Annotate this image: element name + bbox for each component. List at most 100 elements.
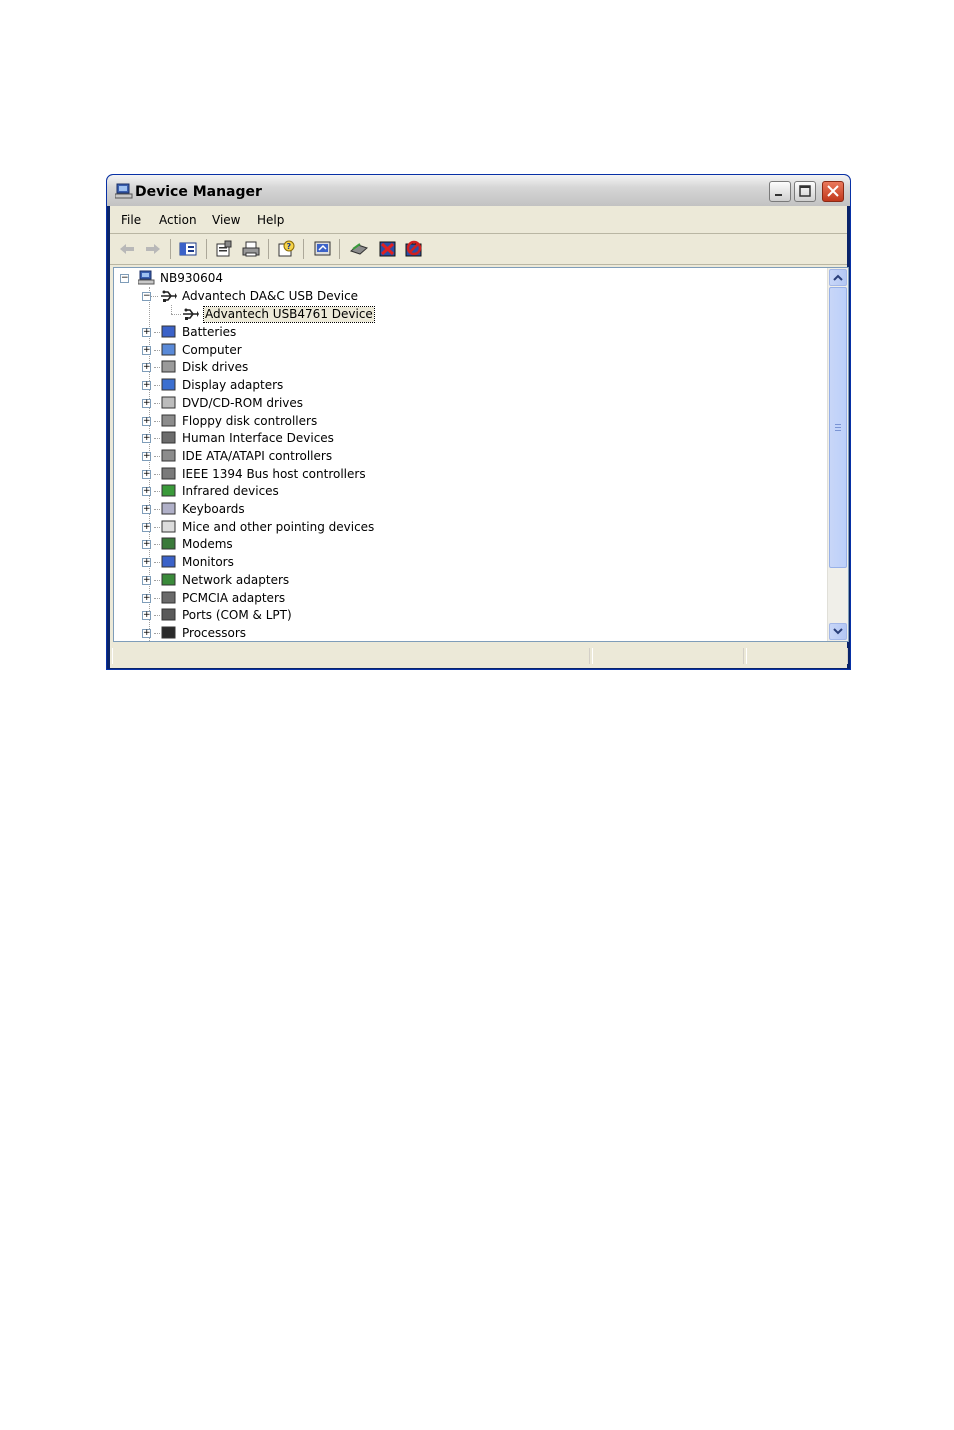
- menu-file[interactable]: File: [121, 213, 141, 227]
- device-tree: − NB930604 − Advantech DA&C USB Device A…: [114, 268, 828, 641]
- device-category-icon: [161, 608, 176, 621]
- device-category-icon: [161, 484, 176, 497]
- usb-icon: [183, 308, 199, 320]
- device-category-icon: [161, 360, 176, 373]
- status-segment: [112, 648, 590, 664]
- tree-item-label: Modems: [182, 537, 233, 552]
- device-category-icon: [161, 502, 176, 515]
- tree-item-label: IDE ATA/ATAPI controllers: [182, 448, 333, 463]
- expand-toggle[interactable]: +: [142, 434, 151, 444]
- minimize-icon: [775, 194, 782, 196]
- tree-item-label: Keyboards: [182, 502, 245, 516]
- grip-icon: [835, 424, 841, 431]
- collapse-toggle[interactable]: −: [142, 292, 151, 301]
- back-arrow-icon[interactable]: [117, 239, 137, 259]
- expand-toggle[interactable]: +: [142, 381, 151, 391]
- tree-item-label: Ports (COM & LPT): [182, 608, 292, 623]
- update-driver-icon[interactable]: [313, 239, 333, 259]
- device-category-icon: [161, 520, 176, 533]
- close-button[interactable]: [822, 181, 844, 202]
- help-icon[interactable]: ?: [276, 239, 296, 259]
- expand-toggle[interactable]: +: [142, 345, 151, 355]
- tree-item-label: Human Interface Devices: [182, 431, 334, 446]
- device-category-icon: [161, 431, 176, 444]
- status-bar: [110, 644, 848, 668]
- window-frame: File Action View Help ? − NB930604 − Adv…: [110, 206, 849, 668]
- uninstall-icon[interactable]: [378, 239, 398, 259]
- tree-item-label: IEEE 1394 Bus host controllers: [182, 466, 366, 481]
- tree-item-label: Computer: [182, 342, 242, 357]
- device-category-icon: [161, 325, 176, 338]
- device-category-icon: [161, 591, 176, 603]
- device-tree-pane[interactable]: − NB930604 − Advantech DA&C USB Device A…: [113, 267, 849, 642]
- window-title: Device Manager: [135, 184, 262, 200]
- chevron-up-icon: [833, 274, 843, 281]
- tree-item-label: Processors: [182, 625, 247, 640]
- expand-toggle[interactable]: +: [142, 558, 151, 568]
- tree-item-label: Infrared devices: [182, 484, 279, 499]
- device-category-icon: [161, 555, 176, 568]
- title-bar[interactable]: Device Manager: [107, 175, 850, 206]
- tree-item-selected-label: Advantech USB4761 Device: [203, 306, 375, 323]
- tree-item-label: Display adapters: [182, 378, 284, 393]
- expand-toggle[interactable]: +: [142, 398, 151, 408]
- expand-toggle[interactable]: +: [142, 628, 151, 638]
- device-category-icon: [161, 343, 176, 356]
- forward-arrow-icon[interactable]: [143, 239, 163, 259]
- collapse-toggle[interactable]: −: [120, 274, 129, 283]
- menu-action[interactable]: Action: [159, 213, 197, 227]
- expand-toggle[interactable]: +: [142, 487, 151, 497]
- tree-item-label: Monitors: [182, 555, 234, 570]
- maximize-button[interactable]: [794, 181, 816, 202]
- expand-toggle[interactable]: +: [142, 611, 151, 621]
- menu-bar: File Action View Help: [110, 206, 847, 234]
- expand-toggle[interactable]: +: [142, 363, 151, 373]
- expand-toggle[interactable]: +: [142, 469, 151, 479]
- chevron-down-icon: [833, 628, 843, 635]
- expand-toggle[interactable]: +: [142, 505, 151, 514]
- usb-icon: [161, 290, 177, 302]
- disable-icon[interactable]: [404, 239, 424, 259]
- expand-toggle[interactable]: +: [142, 593, 151, 603]
- device-category-icon: [161, 449, 176, 462]
- device-category-icon: [161, 414, 176, 426]
- tree-item-label: Advantech DA&C USB Device: [182, 289, 359, 303]
- toolbar-separator: [268, 239, 269, 259]
- toolbar-separator: [206, 239, 207, 259]
- tree-item-label: Network adapters: [182, 572, 290, 587]
- tree-item-label: PCMCIA adapters: [182, 590, 286, 605]
- menu-help[interactable]: Help: [257, 213, 284, 227]
- scroll-thumb[interactable]: [829, 287, 847, 568]
- expand-toggle[interactable]: +: [142, 540, 151, 550]
- tree-item-label: Disk drives: [182, 360, 249, 375]
- device-manager-window: Device Manager File Action View Help ? −…: [106, 174, 851, 670]
- computer-icon: [138, 270, 155, 285]
- tree-item-label: DVD/CD-ROM drives: [182, 395, 304, 410]
- vertical-scrollbar[interactable]: [827, 268, 848, 641]
- scroll-up-button[interactable]: [829, 269, 847, 286]
- menu-view[interactable]: View: [212, 213, 240, 227]
- expand-toggle[interactable]: +: [142, 451, 151, 461]
- toolbar-separator: [170, 239, 171, 259]
- print-icon[interactable]: [241, 239, 261, 259]
- show-hide-tree-icon[interactable]: [178, 239, 198, 259]
- expand-toggle[interactable]: +: [142, 328, 151, 337]
- tree-item-label: Mice and other pointing devices: [182, 519, 375, 534]
- tree-item-label: Floppy disk controllers: [182, 413, 318, 428]
- minimize-button[interactable]: [769, 181, 791, 202]
- svg-text:?: ?: [287, 242, 292, 251]
- status-segment: [592, 648, 744, 664]
- tree-item-label: Batteries: [182, 325, 237, 339]
- scroll-down-button[interactable]: [829, 623, 847, 640]
- scan-hardware-icon[interactable]: [349, 239, 369, 259]
- tree-root-label: NB930604: [160, 271, 224, 285]
- properties-icon[interactable]: [214, 239, 234, 259]
- maximize-icon: [799, 185, 811, 197]
- device-category-icon: [161, 537, 176, 550]
- expand-toggle[interactable]: +: [142, 416, 151, 426]
- device-category-icon: [161, 626, 176, 639]
- device-category-icon: [161, 573, 176, 586]
- expand-toggle[interactable]: +: [142, 575, 151, 585]
- toolbar-separator: [339, 239, 340, 259]
- expand-toggle[interactable]: +: [142, 522, 151, 532]
